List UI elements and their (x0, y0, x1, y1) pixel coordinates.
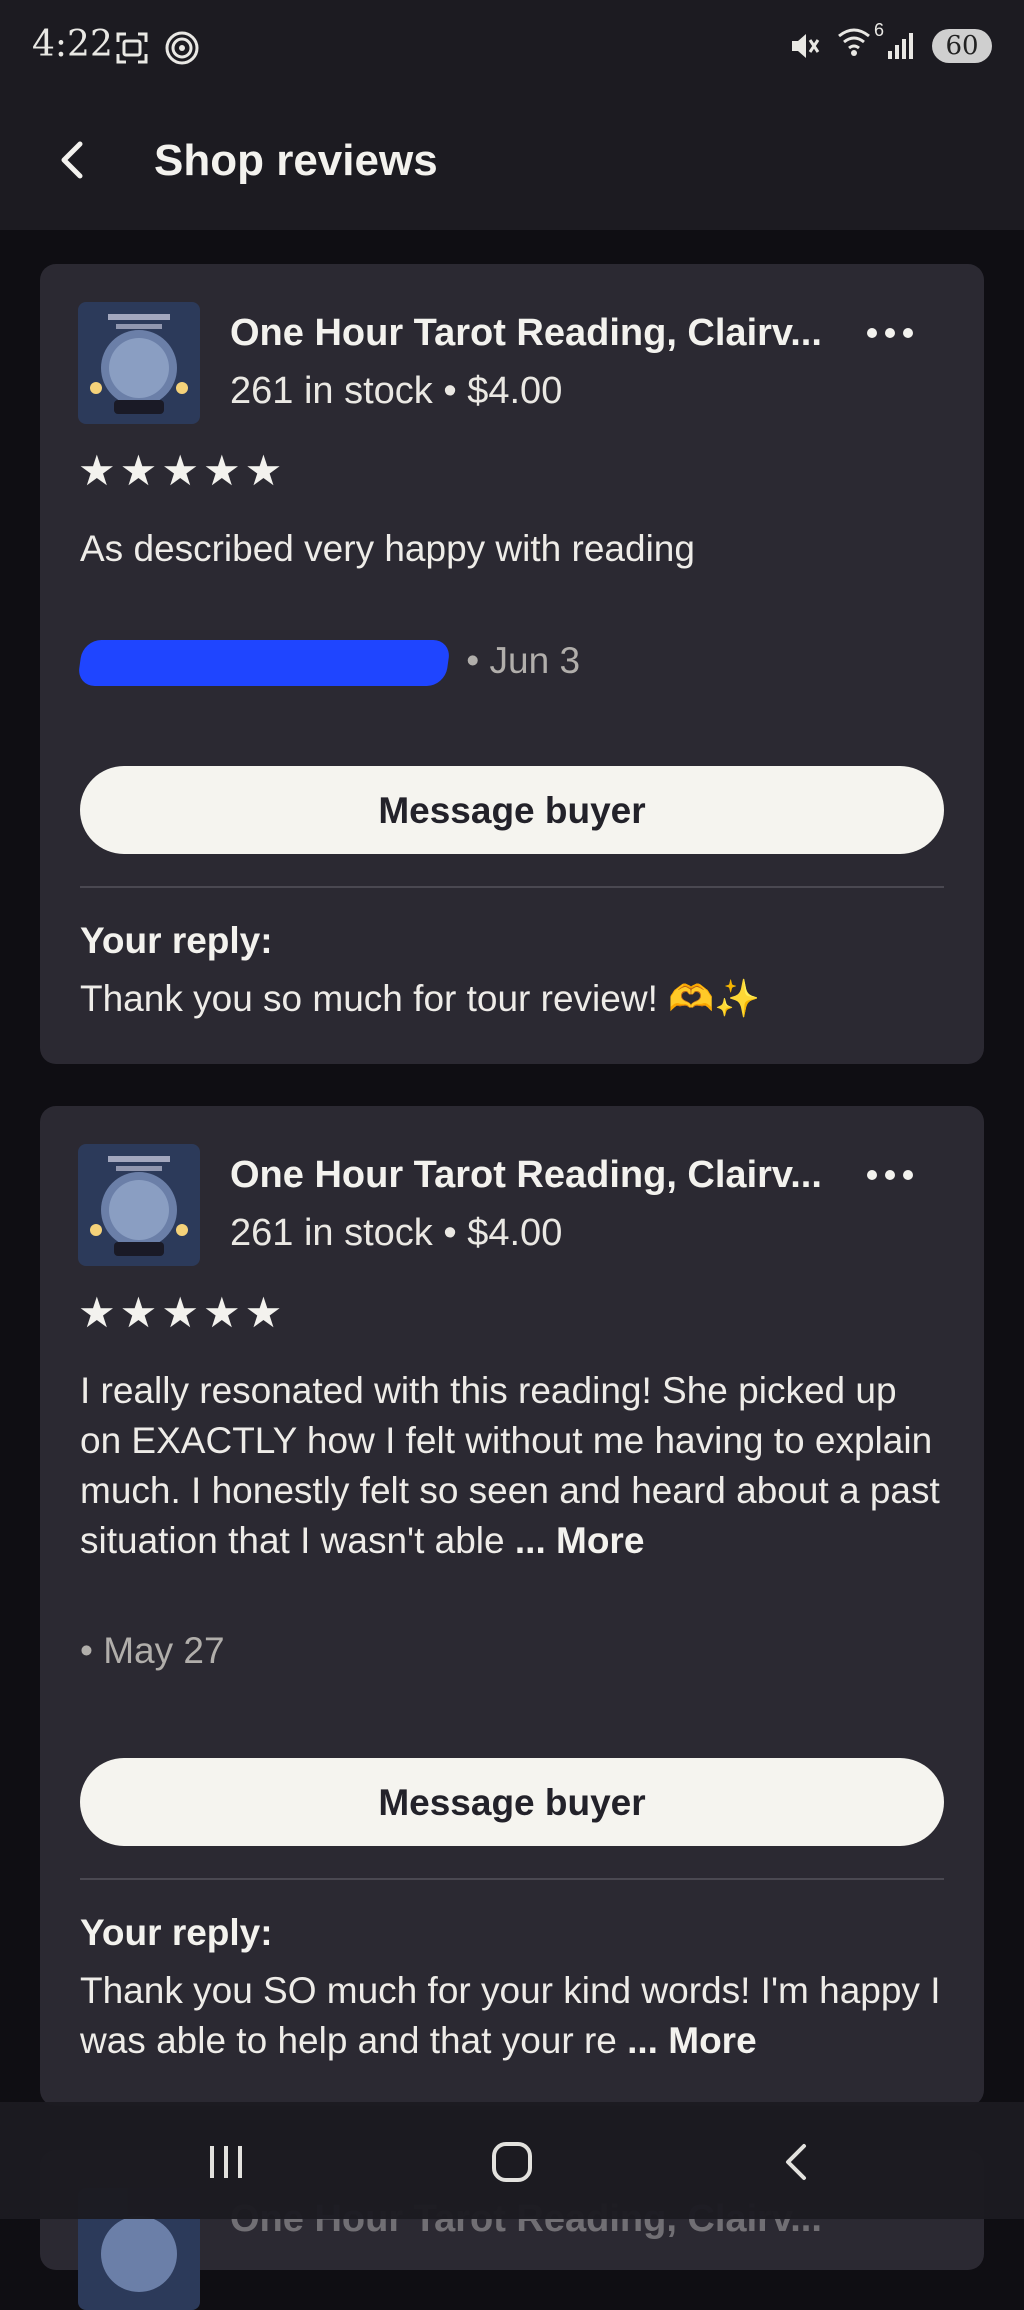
crystal-ball-image (78, 302, 200, 424)
star-icon: ★ (244, 1289, 283, 1336)
screen-capture-icon (116, 32, 148, 64)
meta-separator: • (443, 1212, 457, 1254)
page-title: Shop reviews (154, 136, 438, 185)
review-date: • May 27 (80, 1630, 225, 1671)
crystal-ball-image (78, 1144, 200, 1266)
hotspot-icon (165, 31, 199, 65)
dot-icon (867, 328, 877, 338)
meta-separator: • (443, 370, 457, 412)
network-label: 6 (873, 20, 884, 40)
listing-price: $4.00 (467, 1212, 563, 1254)
star-icon: ★ (202, 447, 241, 494)
recent-apps-icon (210, 2146, 242, 2178)
review-byline: • Jun 3 (76, 640, 581, 687)
review-card: One Hour Tarot Reading, Clairv... 261 in… (40, 264, 984, 1064)
wifi-icon (838, 28, 870, 56)
listing-price: $4.00 (467, 370, 563, 412)
listing-thumbnail[interactable] (78, 302, 200, 424)
reply-label: Your reply: (80, 1912, 273, 1953)
dot-icon (885, 328, 895, 338)
review-more-link[interactable]: ... More (515, 1520, 645, 1561)
reply-more-link[interactable]: ... More (627, 2020, 757, 2061)
stock-count: 261 in stock (230, 1212, 433, 1254)
review-text: As described very happy with reading (80, 528, 695, 569)
status-bar: 4:22 6 60 (0, 0, 1024, 96)
message-buyer-button[interactable]: Message buyer (80, 766, 944, 854)
reply-text: Thank you SO much for your kind words! I… (80, 1966, 960, 2066)
home-button[interactable] (472, 2132, 552, 2192)
system-nav-bar (0, 2102, 1024, 2219)
dot-icon (903, 1170, 913, 1180)
star-icon: ★ (161, 1289, 199, 1336)
mute-icon (792, 34, 820, 58)
review-byline: • May 27 (80, 1630, 225, 1672)
wifi-indicator: 6 (836, 20, 884, 66)
listing-meta: 261 in stock • $4.00 (230, 370, 562, 413)
listing-title[interactable]: One Hour Tarot Reading, Clairv... (230, 1154, 822, 1197)
reply-label: Your reply: (80, 920, 273, 961)
star-icon: ★ (119, 1289, 158, 1336)
dot-icon (885, 1170, 895, 1180)
battery-indicator: 60 (932, 29, 992, 63)
review-date: • Jun 3 (466, 640, 581, 681)
back-button[interactable] (44, 130, 104, 190)
status-left-icons (112, 28, 202, 68)
star-icon: ★ (161, 447, 199, 494)
redacted-buyer-name (76, 640, 452, 687)
more-options-button[interactable] (860, 318, 920, 348)
reply-text: Thank you so much for tour review! 🫶✨ (80, 978, 761, 1019)
divider (80, 1878, 944, 1880)
dot-icon (903, 328, 913, 338)
star-icon: ★ (202, 1289, 241, 1336)
recent-apps-button[interactable] (186, 2132, 266, 2192)
signal-icon (888, 33, 913, 59)
chevron-left-icon (786, 2144, 806, 2180)
listing-meta: 261 in stock • $4.00 (230, 1212, 562, 1255)
home-icon (492, 2142, 532, 2182)
system-back-button[interactable] (758, 2132, 838, 2192)
divider (80, 886, 944, 888)
listing-thumbnail[interactable] (78, 1144, 200, 1266)
app-header: Shop reviews (0, 96, 1024, 230)
star-icon: ★ (78, 447, 116, 494)
review-text: I really resonated with this reading! Sh… (80, 1366, 940, 1566)
review-card: One Hour Tarot Reading, Clairv... 261 in… (40, 1106, 984, 2106)
star-rating: ★ ★ ★ ★ ★ (78, 448, 282, 494)
status-time: 4:22 (32, 24, 113, 65)
back-arrow-icon (61, 141, 83, 179)
star-icon: ★ (244, 447, 283, 494)
more-options-button[interactable] (860, 1160, 920, 1190)
star-icon: ★ (78, 1289, 116, 1336)
review-body: I really resonated with this reading! Sh… (80, 1370, 940, 1561)
status-right-icons: 6 60 (786, 20, 992, 66)
dot-icon (867, 1170, 877, 1180)
message-buyer-button[interactable]: Message buyer (80, 1758, 944, 1846)
stock-count: 261 in stock (230, 370, 433, 412)
listing-title[interactable]: One Hour Tarot Reading, Clairv... (230, 312, 822, 355)
reply-body: Thank you SO much for your kind words! I… (80, 1970, 941, 2061)
star-rating: ★ ★ ★ ★ ★ (78, 1290, 282, 1336)
star-icon: ★ (119, 447, 158, 494)
